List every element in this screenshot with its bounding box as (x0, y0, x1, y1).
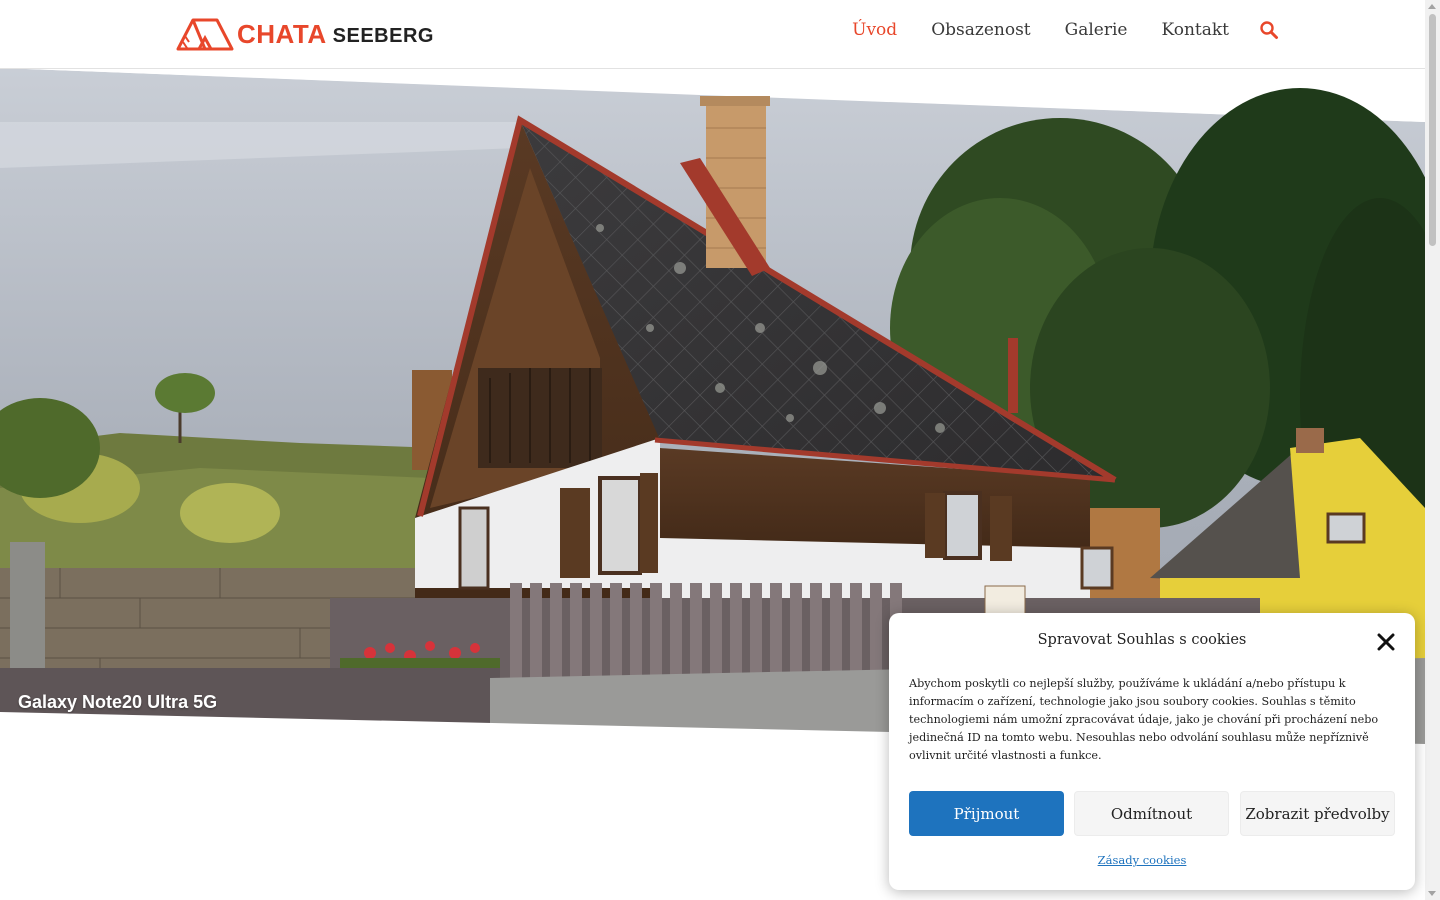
logo-text-primary: CHATA (237, 18, 327, 49)
nav-item-uvod[interactable]: Úvod (852, 20, 897, 40)
search-icon[interactable] (1259, 20, 1279, 40)
tent-logo-icon (176, 18, 234, 51)
cookie-dialog-title: Spravovat Souhlas s cookies (1037, 632, 1247, 648)
main-nav: Úvod Obsazenost Galerie Kontakt (818, 20, 1279, 40)
cookie-consent-dialog: Spravovat Souhlas s cookies Abychom posk… (889, 613, 1415, 890)
view-preferences-button[interactable]: Zobrazit předvolby (1240, 791, 1395, 836)
close-icon[interactable] (1377, 633, 1395, 651)
image-caption: Galaxy Note20 Ultra 5G (18, 692, 218, 712)
nav-item-obsazenost[interactable]: Obsazenost (931, 20, 1030, 40)
logo-text-secondary: SEEBERG (332, 25, 434, 47)
page-scrollbar[interactable] (1425, 0, 1440, 900)
scroll-up-icon[interactable] (1428, 4, 1436, 9)
nav-item-kontakt[interactable]: Kontakt (1161, 20, 1229, 40)
cookie-policy-link[interactable]: Zásady cookies (889, 853, 1395, 867)
scroll-down-icon[interactable] (1428, 891, 1436, 896)
cookie-dialog-text: Abychom poskytli co nejlepší služby, pou… (909, 677, 1379, 762)
scroll-thumb[interactable] (1429, 14, 1436, 246)
site-header: CHATA SEEBERG Úvod Obsazenost Galerie Ko… (0, 0, 1425, 69)
site-logo[interactable]: CHATA SEEBERG (175, 16, 434, 52)
nav-item-galerie[interactable]: Galerie (1065, 20, 1128, 40)
deny-button[interactable]: Odmítnout (1074, 791, 1229, 836)
accept-button[interactable]: Přijmout (909, 791, 1064, 836)
